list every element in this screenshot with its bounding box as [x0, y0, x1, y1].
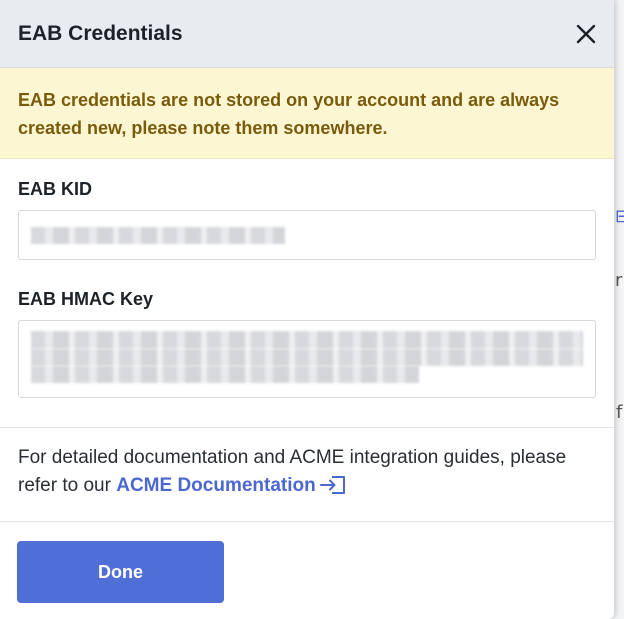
eab-credentials-dialog: EAB Credentials EAB credentials are not … [0, 0, 614, 619]
background-text-fragment: r [615, 270, 623, 291]
external-link-icon [319, 475, 346, 504]
dialog-footer: Done [0, 522, 614, 619]
redacted-value [31, 227, 285, 244]
done-button[interactable]: Done [17, 541, 224, 603]
eab-hmac-field-group: EAB HMAC Key [0, 289, 614, 398]
documentation-note: For detailed documentation and ACME inte… [0, 428, 614, 521]
warning-alert: EAB credentials are not stored on your a… [0, 68, 614, 159]
eab-kid-field[interactable] [18, 210, 596, 260]
background-text-fragment: f [616, 402, 623, 423]
eab-hmac-label: EAB HMAC Key [18, 289, 154, 309]
dialog-title: EAB Credentials [18, 21, 183, 45]
eab-kid-label: EAB KID [18, 179, 93, 199]
acme-documentation-link[interactable]: ACME Documentation [116, 475, 346, 496]
background-icon-fragment: ⊟ [615, 206, 624, 227]
eab-hmac-field[interactable] [18, 320, 596, 398]
close-button[interactable] [572, 20, 600, 48]
close-icon [576, 24, 596, 43]
acme-documentation-link-label: ACME Documentation [116, 475, 316, 496]
redacted-value [31, 349, 583, 366]
redacted-value [31, 366, 419, 383]
dialog-header: EAB Credentials [0, 0, 614, 68]
eab-kid-field-group: EAB KID [0, 179, 614, 260]
redacted-value [31, 331, 583, 349]
